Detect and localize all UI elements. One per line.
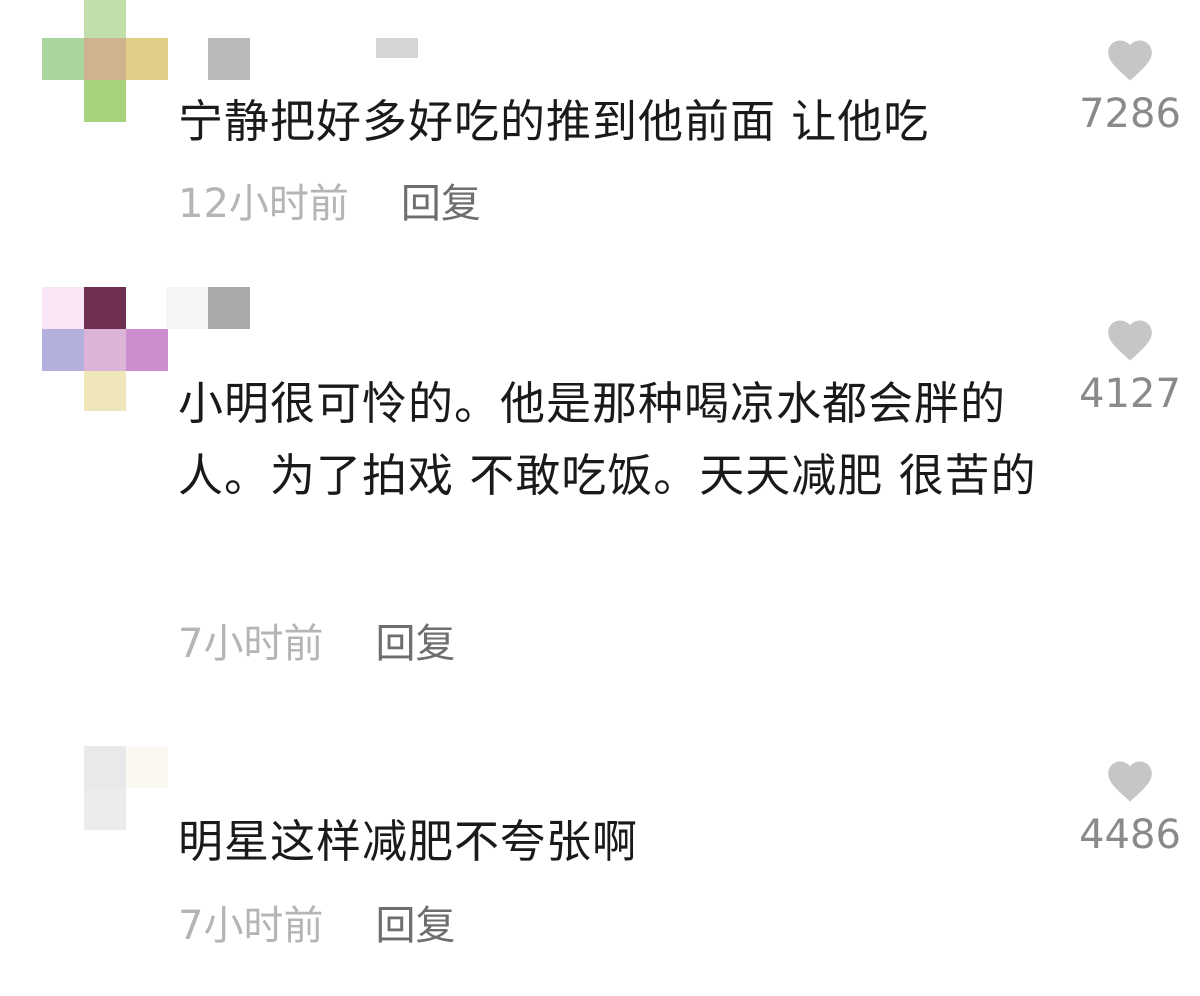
like-count: 4486	[1079, 812, 1181, 858]
comment-time: 12小时前	[178, 181, 349, 227]
like-count: 7286	[1079, 91, 1181, 137]
like-control[interactable]: 4127	[1070, 314, 1190, 418]
comment-time: 7小时前	[178, 621, 324, 667]
comment-meta: 7小时前 回复	[178, 620, 455, 668]
like-control[interactable]: 7286	[1070, 34, 1190, 138]
comment-meta: 7小时前 回复	[178, 902, 455, 950]
reply-button[interactable]: 回复	[375, 902, 455, 950]
reply-button[interactable]: 回复	[401, 180, 481, 228]
comment-text: 明星这样减肥不夸张啊	[178, 815, 639, 868]
like-count: 4127	[1079, 371, 1181, 417]
like-control[interactable]: 4486	[1070, 755, 1190, 859]
reply-button[interactable]: 回复	[375, 620, 455, 668]
comment-time: 7小时前	[178, 903, 324, 949]
heart-icon[interactable]	[1103, 755, 1157, 803]
heart-icon[interactable]	[1103, 34, 1157, 82]
heart-icon[interactable]	[1103, 314, 1157, 362]
comment-meta: 12小时前 回复	[178, 180, 481, 228]
comment-text: 宁静把好多好吃的推到他前面 让他吃	[178, 95, 930, 148]
comment-text: 小明很可怜的。他是那种喝凉水都会胖的人。为了拍戏 不敢吃饭。天天减肥 很苦的	[178, 377, 1037, 502]
